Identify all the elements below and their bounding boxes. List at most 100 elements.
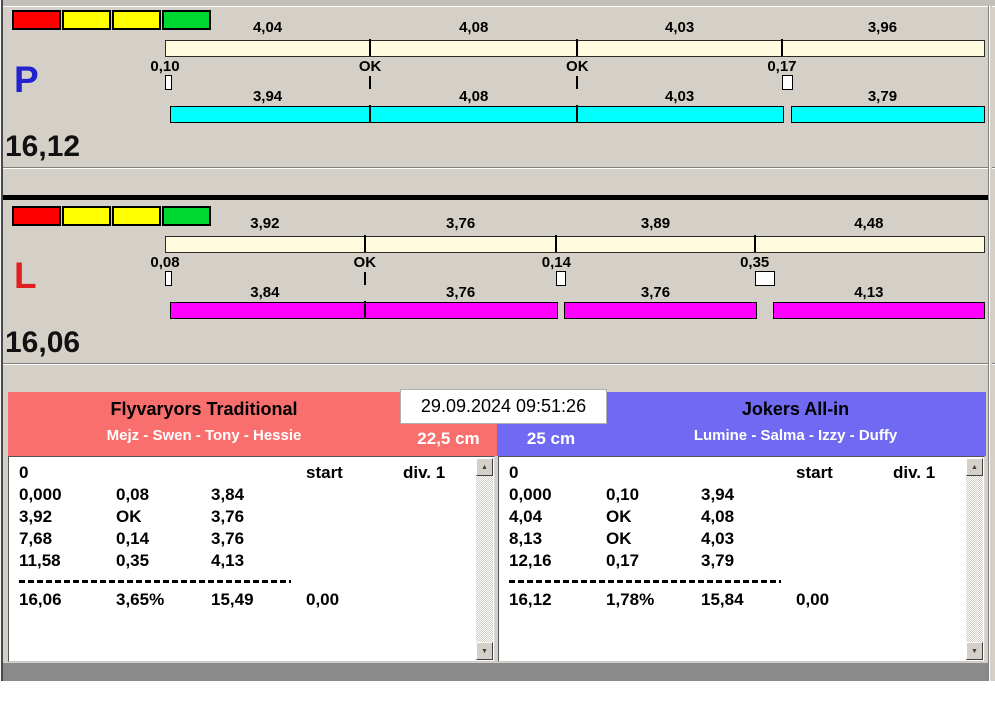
ok-joint-tick xyxy=(576,76,579,89)
results-table-right: 0 start div. 1 0,000 0,10 3,94 4,04 OK 4,08 8,… xyxy=(498,456,985,662)
totals-divider xyxy=(509,580,781,583)
measurement-row: 4,04 OK 4,08 xyxy=(509,506,960,528)
table-body-right: 0 start div. 1 0,000 0,10 3,94 4,04 OK 4,08 8,… xyxy=(509,462,960,611)
table-scrollbar[interactable]: ▲ ▼ xyxy=(966,458,983,660)
measurement-cell: 0,08 xyxy=(116,485,150,504)
measured-bar-segment xyxy=(790,106,985,123)
team-members-left: Mejz - Swen - Tony - Hessie xyxy=(106,427,302,444)
measurement-cell: 4,08 xyxy=(701,507,735,526)
measured-bar-divider xyxy=(369,105,372,122)
measured-length-label: 3,76 xyxy=(445,284,476,301)
measurement-cell: 11,58 xyxy=(19,551,61,570)
measurement-cell: 3,84 xyxy=(211,485,245,504)
measured-length-label: 4,03 xyxy=(665,88,695,105)
measurement-row: 8,13 OK 4,03 xyxy=(509,528,960,550)
measurement-rows: 0,000 0,10 3,94 4,04 OK 4,08 8,13 OK 4,03 12,16 0,… xyxy=(509,484,960,572)
measurement-cell: 3,92 xyxy=(19,507,53,526)
ok-joint-tick xyxy=(369,76,372,89)
measurement-cell: 7,68 xyxy=(19,529,53,548)
team-name-right: Jokers All-in xyxy=(741,399,850,419)
measurement-cell: 3,76 xyxy=(211,529,245,548)
measurement-cell: 0,35 xyxy=(116,551,150,570)
measured-bar-segment xyxy=(563,302,757,319)
measurement-cell: 0,000 xyxy=(19,485,62,504)
division-label: div. 1 xyxy=(403,463,446,482)
measurement-cell: 4,03 xyxy=(701,529,735,548)
measurement-row: 11,58 0,35 4,13 xyxy=(19,550,470,572)
run-number: 0 xyxy=(509,463,519,482)
table-info-row: 0 start div. 1 xyxy=(509,462,960,484)
reference-length-label: 3,92 xyxy=(250,215,280,232)
scroll-up-button[interactable]: ▲ xyxy=(966,458,983,476)
team-name-left: Flyvaryors Traditional xyxy=(110,399,298,419)
measurement-cell: 12,16 xyxy=(509,551,552,570)
status-indicator xyxy=(12,10,211,30)
arrow-up-icon: ▲ xyxy=(481,463,488,471)
indicator-segment xyxy=(162,206,211,226)
status-strip xyxy=(1,663,992,681)
table-scrollbar[interactable]: ▲ ▼ xyxy=(476,458,493,660)
window-left-edge xyxy=(0,0,3,681)
measured-bar-divider xyxy=(363,301,366,318)
joint-label: 0,35 xyxy=(740,254,770,271)
arrow-up-icon: ▲ xyxy=(971,463,978,471)
total-cell: 1,78% xyxy=(606,590,655,609)
gap-marker xyxy=(556,271,566,286)
indicator-segment xyxy=(62,10,111,30)
scroll-down-button[interactable]: ▼ xyxy=(966,642,983,660)
measurement-cell: 3,76 xyxy=(211,507,245,526)
joint-label: 0,17 xyxy=(767,58,797,75)
indicator-segment xyxy=(112,206,161,226)
measured-bar-segment xyxy=(364,302,559,319)
joint-label: 0,14 xyxy=(541,254,571,271)
measurement-cell: OK xyxy=(116,507,142,526)
lane-letter-p: P xyxy=(14,59,39,100)
run-number: 0 xyxy=(19,463,29,482)
measured-length-label: 3,94 xyxy=(252,88,283,105)
measured-length-label: 3,84 xyxy=(250,284,280,301)
measurement-cell: 4,04 xyxy=(509,507,543,526)
measurement-row: 7,68 0,14 3,76 xyxy=(19,528,470,550)
gap-marker xyxy=(754,271,775,286)
measurement-cell: 3,79 xyxy=(701,551,735,570)
bar-divider-tick xyxy=(576,39,579,56)
lane-separator xyxy=(2,195,992,200)
indicator-segment xyxy=(112,10,161,30)
scroll-down-button[interactable]: ▼ xyxy=(476,642,493,660)
hose-size-left: 22,5 cm xyxy=(417,429,480,448)
total-cell: 15,49 xyxy=(211,590,254,609)
indicator-segment xyxy=(12,206,61,226)
total-cell: 3,65% xyxy=(116,590,165,609)
indicator-segment xyxy=(62,206,111,226)
lane-panel-p: P 16,12 4,04 3,94 0,10 4,08 4,08 OK 4,03 4,03 OK… xyxy=(0,6,995,168)
joint-label: 0,08 xyxy=(150,254,180,271)
arrow-down-icon: ▼ xyxy=(481,647,488,655)
division-label: div. 1 xyxy=(893,463,936,482)
measurement-row: 0,000 0,10 3,94 xyxy=(509,484,960,506)
scroll-up-button[interactable]: ▲ xyxy=(476,458,493,476)
empty-cell xyxy=(606,462,701,484)
start-label: start xyxy=(796,463,833,482)
measurement-rows: 0,000 0,08 3,84 3,92 OK 3,76 7,68 0,14 3,76 11,58… xyxy=(19,484,470,572)
reference-length-label: 3,76 xyxy=(445,215,476,232)
indicator-segment xyxy=(12,10,61,30)
total-cell: 0,00 xyxy=(306,590,340,609)
gap-marker xyxy=(165,271,172,286)
app-window: P 16,12 4,04 3,94 0,10 4,08 4,08 OK 4,03 4,03 OK… xyxy=(0,0,995,716)
hose-size-right: 25 cm xyxy=(526,429,576,448)
lane-total-l: 16,06 xyxy=(5,326,81,359)
measured-length-label: 3,76 xyxy=(640,284,671,301)
measurement-cell: 0,000 xyxy=(509,485,552,504)
measurement-row: 0,000 0,08 3,84 xyxy=(19,484,470,506)
totals-row-right: 16,12 1,78% 15,84 0,00 xyxy=(509,589,960,611)
totals-divider xyxy=(19,580,291,583)
measured-bar-segment xyxy=(170,106,373,123)
totals-row-left: 16,06 3,65% 15,49 0,00 xyxy=(19,589,470,611)
arrow-down-icon: ▼ xyxy=(971,647,978,655)
measured-bar-segment xyxy=(370,106,580,123)
window-right-edge xyxy=(988,6,992,681)
bar-divider-tick xyxy=(753,235,756,252)
total-cell: 0,00 xyxy=(796,590,830,609)
table-info-row: 0 start div. 1 xyxy=(19,462,470,484)
measurement-cell: 0,10 xyxy=(606,485,640,504)
